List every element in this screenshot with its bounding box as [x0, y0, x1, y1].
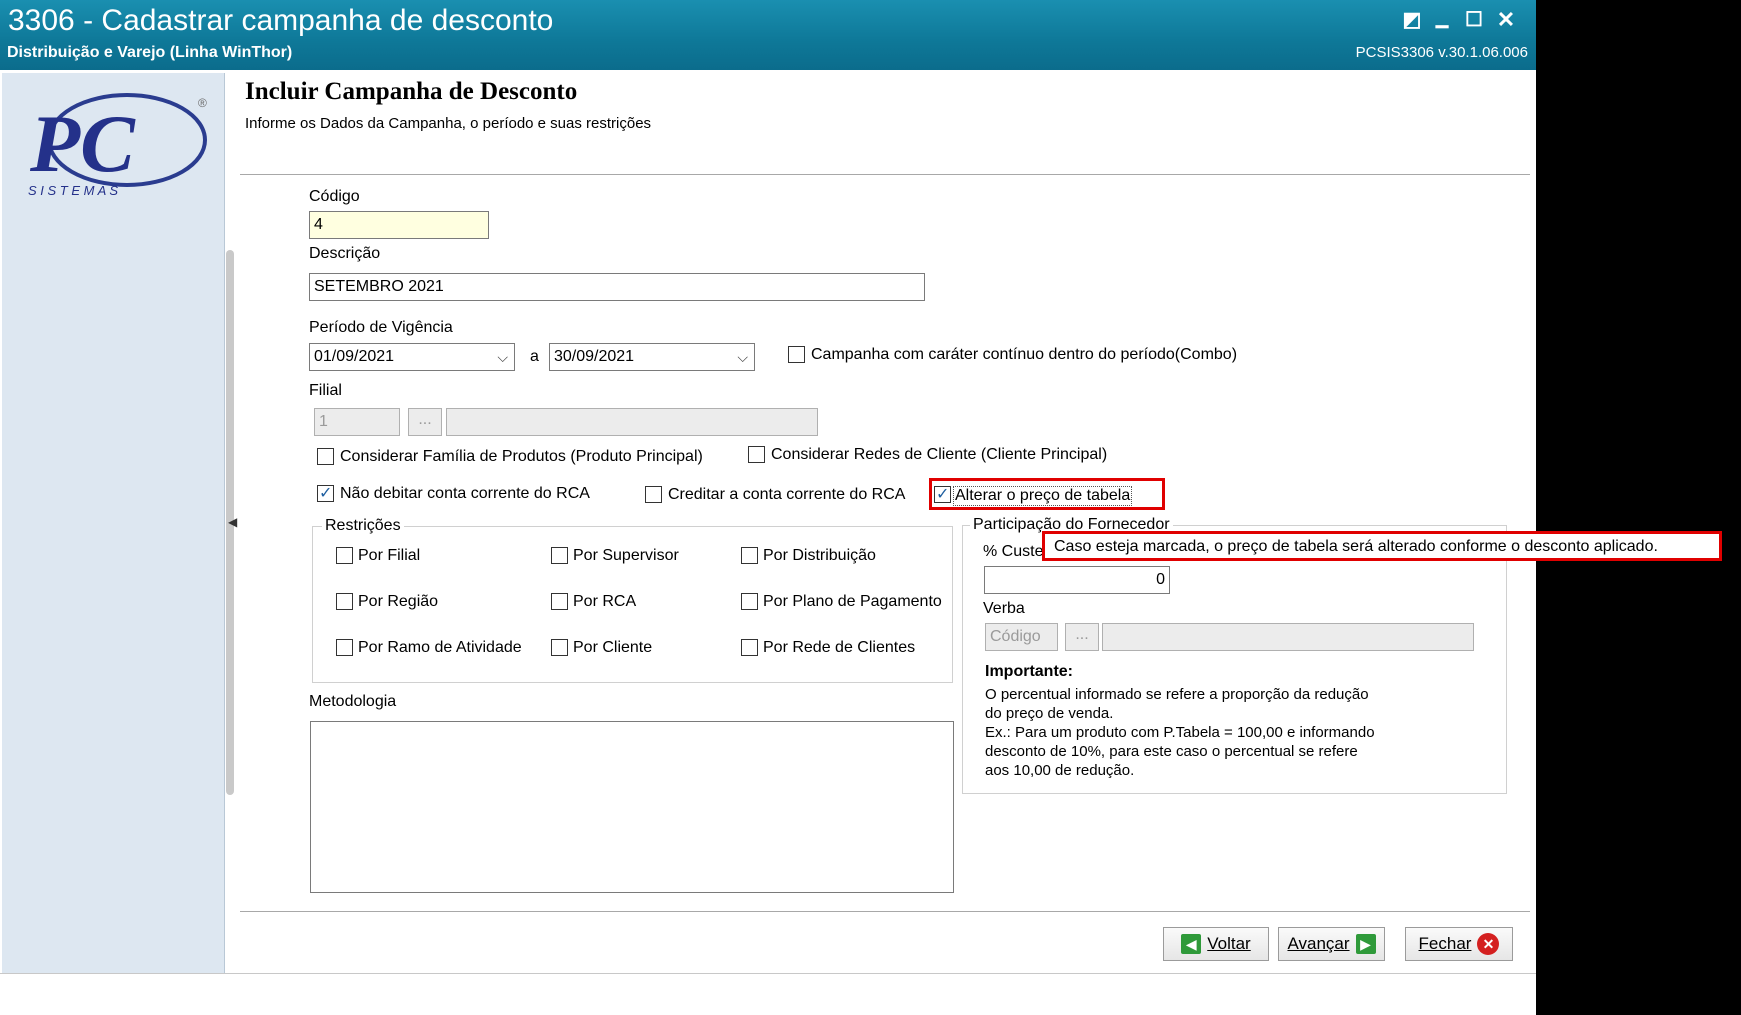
combo-label: Campanha com caráter contínuo dentro do … [811, 346, 1238, 363]
por-filial-checkbox[interactable] [336, 547, 353, 564]
version-label: PCSIS3306 v.30.1.06.006 [1355, 44, 1528, 61]
alterar-preco-label: Alterar o preço de tabela [953, 486, 1133, 506]
metodologia-textarea[interactable] [310, 721, 954, 893]
main-panel: Incluir Campanha de Desconto Informe os … [240, 73, 1530, 973]
maximize-icon[interactable]: ☐ [1460, 6, 1488, 34]
page-description: Informe os Dados da Campanha, o período … [245, 115, 652, 132]
close-circle-icon: ✕ [1477, 933, 1500, 955]
header-divider [240, 174, 1530, 175]
descricao-field[interactable]: SETEMBRO 2021 [309, 273, 925, 301]
por-supervisor-label: Por Supervisor [573, 547, 679, 564]
data-inicio-value: 01/09/2021 [314, 348, 395, 365]
codigo-field[interactable]: 4 [309, 211, 489, 239]
creditar-checkbox[interactable] [645, 486, 662, 503]
redes-checkbox[interactable] [748, 446, 765, 463]
por-plano-pagamento-label: Por Plano de Pagamento [763, 593, 942, 610]
importante-line-5: aos 10,00 de redução. [985, 762, 1135, 779]
por-ramo-atividade-label: Por Ramo de Atividade [358, 639, 522, 656]
application-window: 3306 - Cadastrar campanha de desconto Di… [0, 0, 1722, 1015]
filial-search-button: ... [408, 408, 442, 436]
minimize-icon[interactable]: ▁ [1428, 6, 1456, 34]
tooltip-text: Caso esteja marcada, o preço de tabela s… [1054, 538, 1658, 555]
por-regiao-label: Por Região [358, 593, 439, 610]
metodologia-label: Metodologia [309, 693, 397, 710]
importante-line-1: O percentual informado se refere a propo… [985, 686, 1369, 703]
footer-divider [240, 911, 1530, 912]
avancar-label: Avançar [1287, 934, 1350, 953]
close-window-icon[interactable]: ✕ [1492, 6, 1520, 34]
arrow-right-icon: ▶ [1355, 934, 1376, 954]
collapse-sidebar-icon[interactable]: ◀ [228, 515, 237, 529]
por-supervisor-checkbox[interactable] [551, 547, 568, 564]
por-filial-label: Por Filial [358, 547, 421, 564]
importante-title: Importante: [985, 663, 1073, 680]
verba-label: Verba [983, 600, 1025, 617]
por-distribuicao-checkbox[interactable] [741, 547, 758, 564]
page-title: Incluir Campanha de Desconto [245, 78, 578, 105]
fechar-label: Fechar [1418, 934, 1472, 953]
por-rca-label: Por RCA [573, 593, 637, 610]
title-bar: 3306 - Cadastrar campanha de desconto Di… [0, 0, 1536, 70]
filial-field: 1 [314, 408, 400, 436]
custo-field[interactable]: 0 [984, 566, 1170, 594]
svg-text:®: ® [198, 96, 207, 110]
descricao-label: Descrição [309, 245, 381, 262]
tooltip-highlight: Caso esteja marcada, o preço de tabela s… [1042, 531, 1722, 561]
por-ramo-atividade-checkbox[interactable] [336, 639, 353, 656]
codigo-label: Código [309, 188, 360, 205]
familia-checkbox[interactable] [317, 448, 334, 465]
avancar-button[interactable]: Avançar ▶ [1278, 927, 1385, 961]
window-subtitle: Distribuição e Varejo (Linha WinThor) [7, 44, 293, 61]
svg-text:PC: PC [29, 98, 136, 189]
importante-line-3: Ex.: Para um produto com P.Tabela = 100,… [985, 724, 1375, 741]
por-rede-clientes-label: Por Rede de Clientes [763, 639, 916, 656]
sidebar: PC ® S I S T E M A S [2, 73, 225, 973]
filial-label: Filial [309, 382, 342, 399]
data-fim-field[interactable]: 30/09/2021 ⌵ [549, 343, 755, 371]
nao-debitar-label: Não debitar conta corrente do RCA [340, 485, 590, 502]
por-plano-pagamento-checkbox[interactable] [741, 593, 758, 610]
redes-label: Considerar Redes de Cliente (Cliente Pri… [771, 446, 1108, 463]
por-rca-checkbox[interactable] [551, 593, 568, 610]
restricoes-title: Restrições [322, 517, 404, 535]
por-cliente-label: Por Cliente [573, 639, 653, 656]
periodo-label: Período de Vigência [309, 319, 453, 336]
custo-label: % Custe [983, 543, 1044, 560]
data-inicio-field[interactable]: 01/09/2021 ⌵ [309, 343, 515, 371]
pc-sistemas-logo-icon: PC ® S I S T E M A S [28, 93, 207, 198]
fechar-button[interactable]: Fechar ✕ [1405, 927, 1513, 961]
periodo-separator: a [530, 348, 539, 365]
verba-description-field [1102, 623, 1474, 651]
arrow-left-icon: ◀ [1181, 934, 1202, 954]
verba-field: Código [985, 623, 1058, 651]
voltar-button[interactable]: ◀ Voltar [1163, 927, 1269, 961]
chevron-down-icon[interactable]: ⌵ [737, 349, 748, 366]
creditar-label: Creditar a conta corrente do RCA [668, 486, 906, 503]
chevron-down-icon[interactable]: ⌵ [497, 349, 508, 366]
importante-line-2: do preço de venda. [985, 705, 1114, 722]
data-fim-value: 30/09/2021 [554, 348, 635, 365]
por-distribuicao-label: Por Distribuição [763, 547, 876, 564]
por-cliente-checkbox[interactable] [551, 639, 568, 656]
window-title: 3306 - Cadastrar campanha de desconto [8, 4, 554, 37]
combo-checkbox[interactable] [788, 346, 805, 363]
svg-text:S I S T E M A S: S I S T E M A S [28, 183, 118, 198]
verba-search-button: ... [1065, 623, 1099, 651]
voltar-label: Voltar [1207, 934, 1251, 953]
por-regiao-checkbox[interactable] [336, 593, 353, 610]
nao-debitar-checkbox[interactable] [317, 483, 334, 503]
restore-icon[interactable]: ◩ [1398, 6, 1426, 34]
filial-description-field [446, 408, 818, 436]
importante-line-4: desconto de 10%, para este caso o percen… [985, 743, 1358, 760]
familia-label: Considerar Família de Produtos (Produto … [340, 448, 703, 465]
alterar-preco-checkbox[interactable] [934, 484, 951, 504]
status-strip [0, 973, 1536, 1014]
por-rede-clientes-checkbox[interactable] [741, 639, 758, 656]
